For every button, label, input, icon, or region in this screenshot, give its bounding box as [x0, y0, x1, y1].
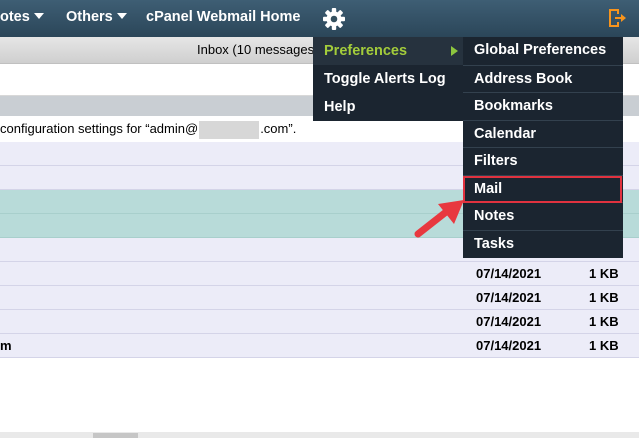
submenu-item-calendar[interactable]: Calendar [463, 119, 623, 148]
submenu-item-bookmarks[interactable]: Bookmarks [463, 92, 623, 120]
annotation-arrow-icon [414, 200, 464, 238]
chevron-down-icon [33, 13, 44, 20]
settings-dropdown-menu: Preferences Toggle Alerts Log Help [313, 37, 463, 121]
scrollbar-thumb[interactable] [93, 433, 138, 438]
message-date: 07/14/2021 [476, 314, 542, 329]
message-size: 1 KB [589, 266, 619, 281]
message-size: 1 KB [589, 338, 619, 353]
gear-icon[interactable] [321, 6, 347, 32]
redacted-text [199, 120, 260, 139]
nav-cpanel-home-link[interactable]: cPanel Webmail Home [146, 0, 300, 37]
chevron-down-icon [116, 13, 127, 20]
mail-highlight-box [463, 176, 622, 203]
message-date: 07/14/2021 [476, 266, 542, 281]
message-date: 07/14/2021 [476, 338, 542, 353]
nav-notes-menu[interactable]: otes [0, 0, 44, 37]
menu-item-help[interactable]: Help [313, 93, 463, 121]
inbox-title: Inbox (10 messages [197, 42, 315, 57]
submenu-arrow-icon [451, 46, 458, 56]
message-size: 1 KB [589, 290, 619, 305]
message-subject-partial: m [0, 338, 12, 353]
nav-others-label: Others [66, 9, 113, 25]
menu-item-label: Preferences [324, 43, 408, 59]
submenu-item-address-book[interactable]: Address Book [463, 64, 623, 93]
nav-others-menu[interactable]: Others [66, 0, 127, 37]
logout-icon[interactable] [606, 7, 628, 29]
table-row[interactable]: m 07/14/2021 1 KB [0, 334, 639, 358]
submenu-item-notes[interactable]: Notes [463, 202, 623, 230]
preferences-submenu: Global Preferences Address Book Bookmark… [463, 37, 623, 258]
message-size: 1 KB [589, 314, 619, 329]
table-row[interactable]: 07/14/2021 1 KB [0, 310, 639, 334]
nav-notes-label: otes [0, 9, 30, 25]
menu-item-preferences[interactable]: Preferences [313, 37, 463, 65]
submenu-item-filters[interactable]: Filters [463, 147, 623, 175]
notice-suffix: .com”. [260, 121, 297, 136]
top-navigation-bar: otes Others cPanel Webmail Home [0, 0, 639, 37]
submenu-item-tasks[interactable]: Tasks [463, 229, 623, 258]
table-row[interactable]: 07/14/2021 1 KB [0, 286, 639, 310]
submenu-item-global-preferences[interactable]: Global Preferences [463, 37, 623, 65]
notice-prefix: configuration settings for “admin@ [0, 121, 199, 136]
message-date: 07/14/2021 [476, 290, 542, 305]
table-row[interactable]: 07/14/2021 1 KB [0, 262, 639, 286]
menu-item-toggle-alerts-log[interactable]: Toggle Alerts Log [313, 65, 463, 93]
